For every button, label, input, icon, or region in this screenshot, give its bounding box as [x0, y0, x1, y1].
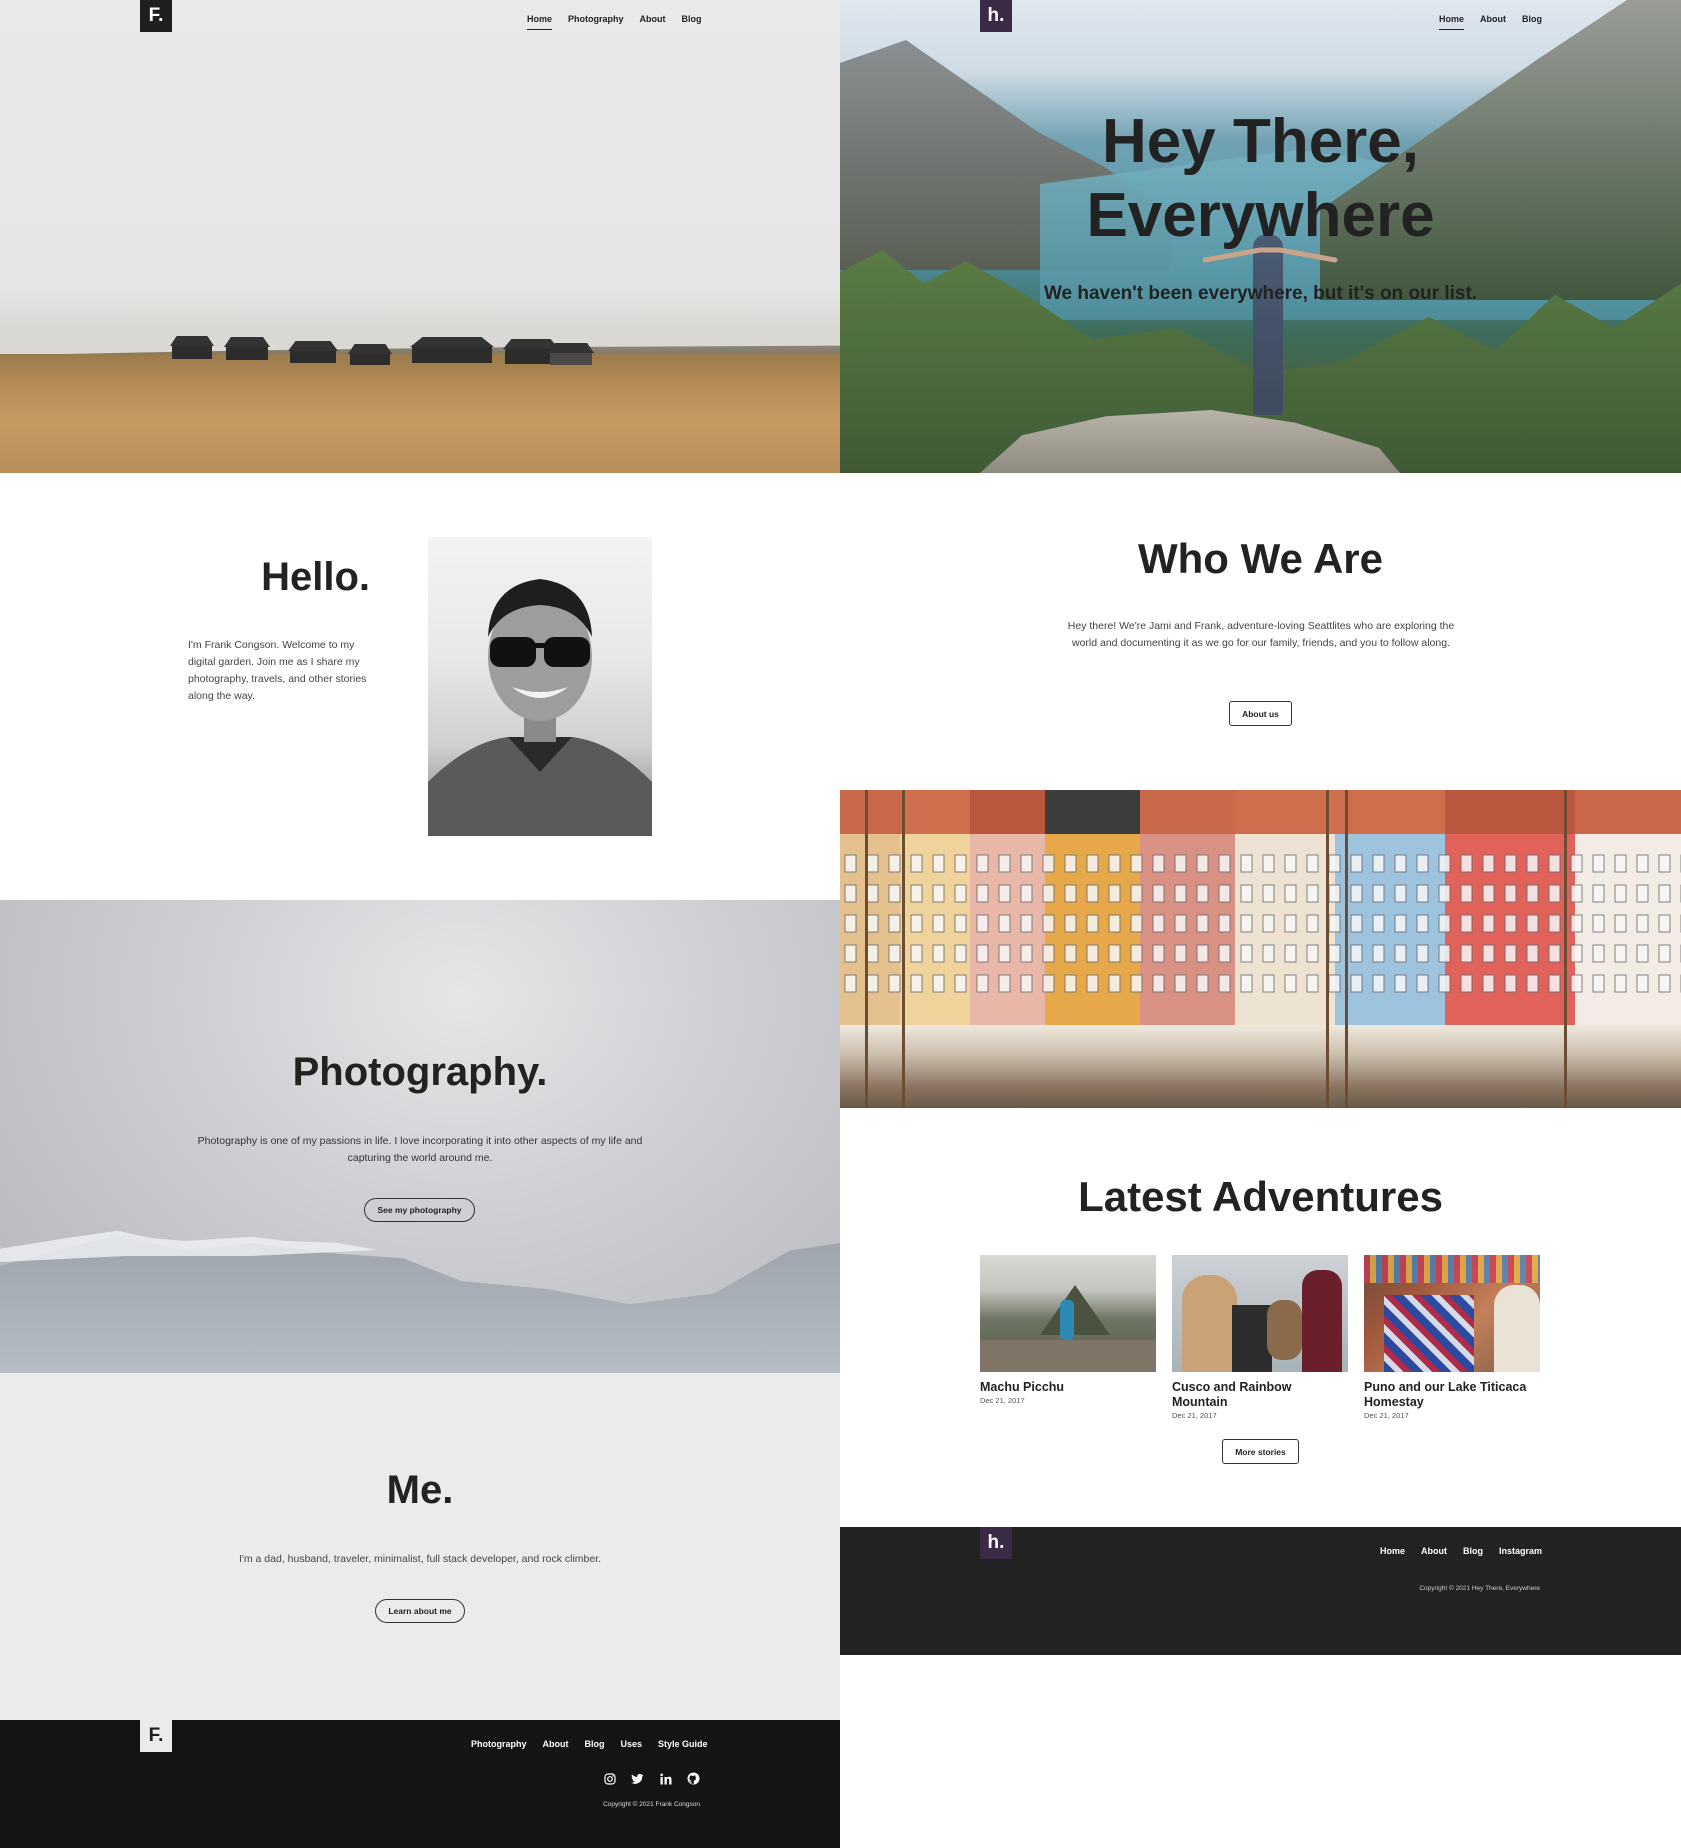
logo-text: F. — [148, 5, 164, 26]
footer-nav-about[interactable]: About — [543, 1739, 569, 1754]
learn-about-me-button[interactable]: Learn about me — [375, 1599, 465, 1623]
hello-heading: Hello. — [261, 555, 370, 599]
nav-home[interactable]: Home — [1439, 14, 1465, 30]
site-logo[interactable]: h. — [980, 0, 1012, 32]
boats-dock — [840, 1025, 1681, 1108]
photography-text: Photography is one of my passions in lif… — [197, 1135, 643, 1164]
instagram-icon[interactable] — [603, 1772, 616, 1785]
site-footer: F. Photography About Blog Uses Style Gui… — [0, 1720, 840, 1848]
more-stories-button[interactable]: More stories — [1222, 1439, 1299, 1464]
logo-text: h. — [987, 5, 1005, 26]
site-footer: h. Home About Blog Instagram Copyright ©… — [840, 1527, 1681, 1655]
house — [226, 346, 268, 360]
story-card[interactable]: Cusco and Rainbow Mountain Dec 21, 2017 — [1172, 1255, 1348, 1420]
nav-blog[interactable]: Blog — [682, 14, 702, 30]
boat-mast — [1345, 790, 1348, 1108]
hey-there-site: h. Home About Blog Hey There, Everywhere… — [840, 0, 1681, 1848]
house — [172, 345, 212, 359]
footer-copyright: Copyright © 2021 Frank Congson — [603, 1801, 700, 1808]
hello-text: I'm Frank Congson. Welcome to my digital… — [188, 639, 367, 702]
boat-mast — [902, 790, 905, 1108]
grass-field — [0, 354, 840, 473]
building-windows — [840, 850, 1681, 1000]
hero-title-line1: Hey There, — [1101, 107, 1420, 176]
who-we-are-heading: Who We Are — [1137, 535, 1383, 582]
main-nav: Home Photography About Blog — [527, 14, 702, 30]
cusco-thumbnail[interactable] — [1172, 1255, 1348, 1372]
footer-nav-photography[interactable]: Photography — [471, 1739, 527, 1754]
house — [350, 353, 390, 365]
story-title[interactable]: Machu Picchu — [980, 1380, 1156, 1395]
nav-blog[interactable]: Blog — [1522, 14, 1542, 30]
who-we-are-text: Hey there! We're Jami and Frank, adventu… — [1067, 620, 1455, 649]
story-title[interactable]: Puno and our Lake Titicaca Homestay — [1364, 1380, 1540, 1410]
story-date: Dec 21, 2017 — [1172, 1411, 1217, 1420]
footer-logo-text: h. — [987, 1532, 1005, 1553]
story-date: Dec 21, 2017 — [980, 1396, 1025, 1405]
frank-site: F. Home Photography About Blog Hello. I'… — [0, 0, 840, 1848]
latest-adventures-heading: Latest Adventures — [1078, 1173, 1443, 1220]
footer-nav: Home About Blog Instagram — [1380, 1546, 1542, 1561]
portrait-illustration — [428, 579, 652, 836]
nav-photography[interactable]: Photography — [568, 14, 624, 30]
house — [412, 346, 492, 363]
hero-subtitle: We haven't been everywhere, but it's on … — [1043, 283, 1478, 304]
story-card[interactable]: Puno and our Lake Titicaca Homestay Dec … — [1364, 1255, 1540, 1420]
hero-title-line2: Everywhere — [1086, 181, 1435, 250]
story-card[interactable]: Machu Picchu Dec 21, 2017 — [980, 1255, 1156, 1405]
footer-logo-text: F. — [148, 1725, 164, 1746]
me-heading: Me. — [386, 1468, 454, 1512]
harbor-image — [840, 790, 1681, 1108]
story-title[interactable]: Cusco and Rainbow Mountain — [1172, 1380, 1348, 1410]
footer-nav-style-guide[interactable]: Style Guide — [658, 1739, 708, 1754]
footer-copyright: Copyright © 2021 Hey There, Everywhere — [1419, 1585, 1540, 1592]
about-us-button[interactable]: About us — [1229, 701, 1292, 726]
site-logo[interactable]: F. — [140, 0, 172, 32]
nav-home[interactable]: Home — [527, 14, 553, 30]
see-photography-button[interactable]: See my photography — [364, 1198, 475, 1222]
machu-picchu-thumbnail[interactable] — [980, 1255, 1156, 1372]
hero-image-landscape — [0, 0, 840, 473]
footer-nav-blog[interactable]: Blog — [585, 1739, 605, 1754]
photography-heading: Photography. — [292, 1050, 548, 1094]
boat-mast — [865, 790, 868, 1108]
main-nav: Home About Blog — [1439, 14, 1542, 30]
footer-nav-home[interactable]: Home — [1380, 1546, 1405, 1561]
me-text: I'm a dad, husband, traveler, minimalist… — [238, 1553, 602, 1565]
nav-about[interactable]: About — [1480, 14, 1506, 30]
footer-nav-about[interactable]: About — [1421, 1546, 1447, 1561]
boat-mast — [1564, 790, 1567, 1108]
footer-nav-blog[interactable]: Blog — [1463, 1546, 1483, 1561]
boat-mast — [1326, 790, 1329, 1108]
linkedin-icon[interactable] — [659, 1772, 672, 1785]
footer-logo[interactable]: h. — [980, 1527, 1012, 1559]
puno-thumbnail[interactable] — [1364, 1255, 1540, 1372]
hero-title: Hey There, Everywhere — [840, 105, 1681, 253]
house — [550, 352, 592, 365]
me-section — [0, 1373, 840, 1720]
nav-about[interactable]: About — [640, 14, 666, 30]
footer-nav: Photography About Blog Uses Style Guide — [471, 1739, 708, 1754]
footer-nav-instagram[interactable]: Instagram — [1499, 1546, 1542, 1561]
house — [290, 350, 336, 363]
portrait-photo — [428, 537, 652, 836]
twitter-icon[interactable] — [631, 1772, 644, 1785]
story-date: Dec 21, 2017 — [1364, 1411, 1409, 1420]
footer-logo[interactable]: F. — [140, 1720, 172, 1752]
footer-nav-uses[interactable]: Uses — [621, 1739, 643, 1754]
github-icon[interactable] — [687, 1772, 700, 1785]
